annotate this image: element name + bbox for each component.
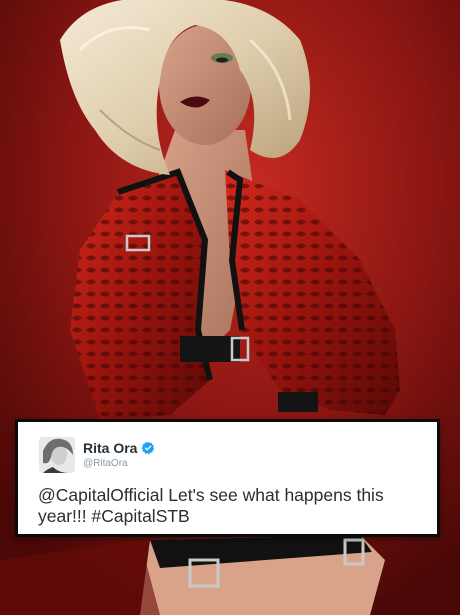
tweet-card[interactable]: Rita Ora @RitaOra @CapitalOfficial Let's… <box>15 419 440 537</box>
avatar[interactable] <box>39 437 75 473</box>
image-canvas: Rita Ora @RitaOra @CapitalOfficial Let's… <box>0 0 460 615</box>
user-handle[interactable]: @RitaOra <box>83 458 128 470</box>
sleeve-cuff <box>278 392 318 412</box>
verified-badge-icon <box>142 441 155 455</box>
profile-photo-icon <box>39 437 75 473</box>
display-name[interactable]: Rita Ora <box>83 440 137 456</box>
tweet-text: @CapitalOfficial Let's see what happens … <box>38 485 384 526</box>
author-name-row: Rita Ora <box>83 440 155 456</box>
